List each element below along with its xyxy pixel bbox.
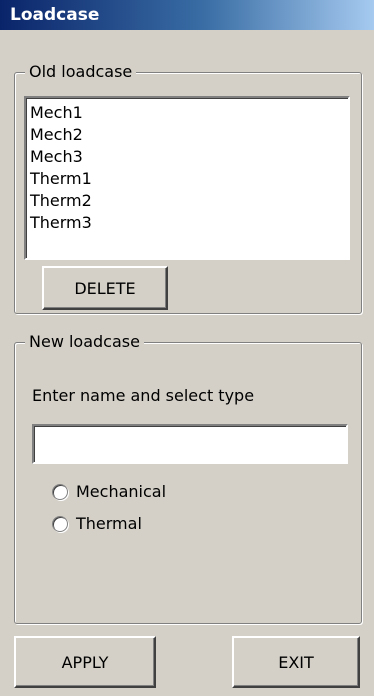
old-loadcase-list[interactable]: Mech1 Mech2 Mech3 Therm1 Therm2 Therm3 — [24, 96, 350, 260]
radio-mechanical-label: Mechanical — [76, 482, 167, 501]
list-item[interactable]: Mech2 — [30, 124, 344, 146]
list-item[interactable]: Therm1 — [30, 168, 344, 190]
radio-thermal-label: Thermal — [76, 514, 142, 533]
instruction-label: Enter name and select type — [32, 386, 255, 405]
window-title: Loadcase — [0, 0, 374, 30]
new-loadcase-legend: New loadcase — [25, 332, 144, 352]
apply-button[interactable]: APPLY — [14, 636, 156, 688]
list-item[interactable]: Mech1 — [30, 102, 344, 124]
radio-circle-icon[interactable] — [52, 515, 68, 532]
loadcase-name-input[interactable] — [32, 424, 348, 464]
radio-mechanical[interactable]: Mechanical — [52, 482, 166, 501]
old-loadcase-legend: Old loadcase — [25, 62, 137, 82]
list-item[interactable]: Therm3 — [30, 212, 344, 234]
radio-thermal[interactable]: Thermal — [52, 514, 142, 533]
list-item[interactable]: Therm2 — [30, 190, 344, 212]
delete-button[interactable]: DELETE — [42, 266, 168, 310]
radio-circle-icon[interactable] — [52, 483, 68, 500]
list-item[interactable]: Mech3 — [30, 146, 344, 168]
exit-button[interactable]: EXIT — [232, 636, 360, 688]
